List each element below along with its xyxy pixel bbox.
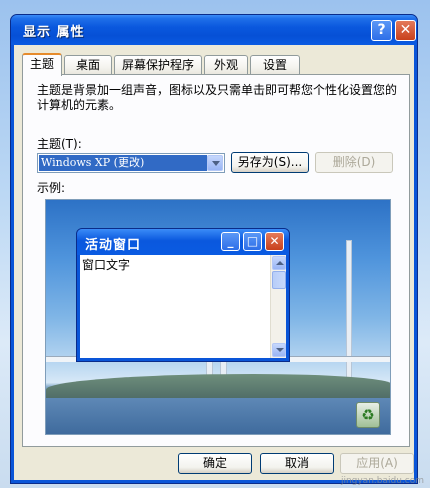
dialog-client: 主题 桌面 屏幕保护程序 外观 设置 主题是背景加一组声音，图标以及只需单击即可… bbox=[14, 45, 414, 480]
sample-label: 示例: bbox=[37, 181, 66, 195]
tab-settings[interactable]: 设置 bbox=[250, 55, 300, 75]
watermark: jingyan.baidu.com bbox=[340, 476, 424, 486]
themes-panel: 主题是背景加一组声音，图标以及只需单击即可帮您个性化设置您的计算机的元素。 主题… bbox=[22, 74, 410, 447]
scroll-down-icon bbox=[272, 343, 286, 357]
sample-title-bar: 活动窗口 _ □ ✕ bbox=[77, 229, 289, 255]
theme-label: 主题(T): bbox=[37, 137, 82, 151]
dropdown-button[interactable] bbox=[207, 155, 223, 171]
sea bbox=[46, 398, 390, 434]
scroll-thumb bbox=[272, 271, 286, 289]
delete-button[interactable]: 删除(D) bbox=[315, 152, 393, 173]
sample-window-text: 窗口文字 bbox=[82, 258, 131, 272]
minimize-icon: _ bbox=[221, 232, 240, 251]
tab-appearance[interactable]: 外观 bbox=[204, 55, 248, 75]
cancel-button[interactable]: 取消 bbox=[260, 453, 334, 474]
window-title: 显示 属性 bbox=[23, 25, 85, 40]
display-properties-window: 显示 属性 ? ✕ 主题 桌面 屏幕保护程序 外观 设置 主题是背景加一组声音，… bbox=[10, 14, 418, 484]
tab-themes[interactable]: 主题 bbox=[22, 53, 62, 76]
chevron-down-icon bbox=[212, 161, 220, 166]
sample-window-body: 窗口文字 bbox=[80, 255, 286, 358]
ok-button[interactable]: 确定 bbox=[178, 453, 252, 474]
theme-description: 主题是背景加一组声音，图标以及只需单击即可帮您个性化设置您的计算机的元素。 bbox=[37, 83, 398, 112]
help-button[interactable]: ? bbox=[371, 20, 392, 41]
scroll-up-icon bbox=[272, 256, 286, 270]
title-bar[interactable]: 显示 属性 ? ✕ bbox=[11, 15, 417, 45]
theme-dropdown[interactable]: Windows XP (更改) bbox=[37, 153, 225, 173]
save-as-button[interactable]: 另存为(S)... bbox=[231, 152, 309, 173]
tab-screensaver[interactable]: 屏幕保护程序 bbox=[114, 55, 202, 75]
theme-dropdown-value: Windows XP (更改) bbox=[39, 155, 207, 171]
sample-window-title: 活动窗口 bbox=[85, 238, 142, 253]
close-button[interactable]: ✕ bbox=[395, 20, 416, 41]
bridge-tower bbox=[346, 240, 352, 390]
mountain-range bbox=[46, 374, 390, 400]
theme-preview: ♻ 活动窗口 _ □ ✕ 窗口文字 bbox=[45, 199, 391, 435]
maximize-icon: □ bbox=[243, 232, 262, 251]
apply-button[interactable]: 应用(A) bbox=[340, 453, 414, 474]
sample-scrollbar bbox=[270, 255, 286, 358]
recycle-bin-icon: ♻ bbox=[356, 402, 380, 428]
close-icon: ✕ bbox=[265, 232, 284, 251]
tab-desktop[interactable]: 桌面 bbox=[64, 55, 112, 75]
sample-active-window: 活动窗口 _ □ ✕ 窗口文字 bbox=[76, 228, 290, 362]
